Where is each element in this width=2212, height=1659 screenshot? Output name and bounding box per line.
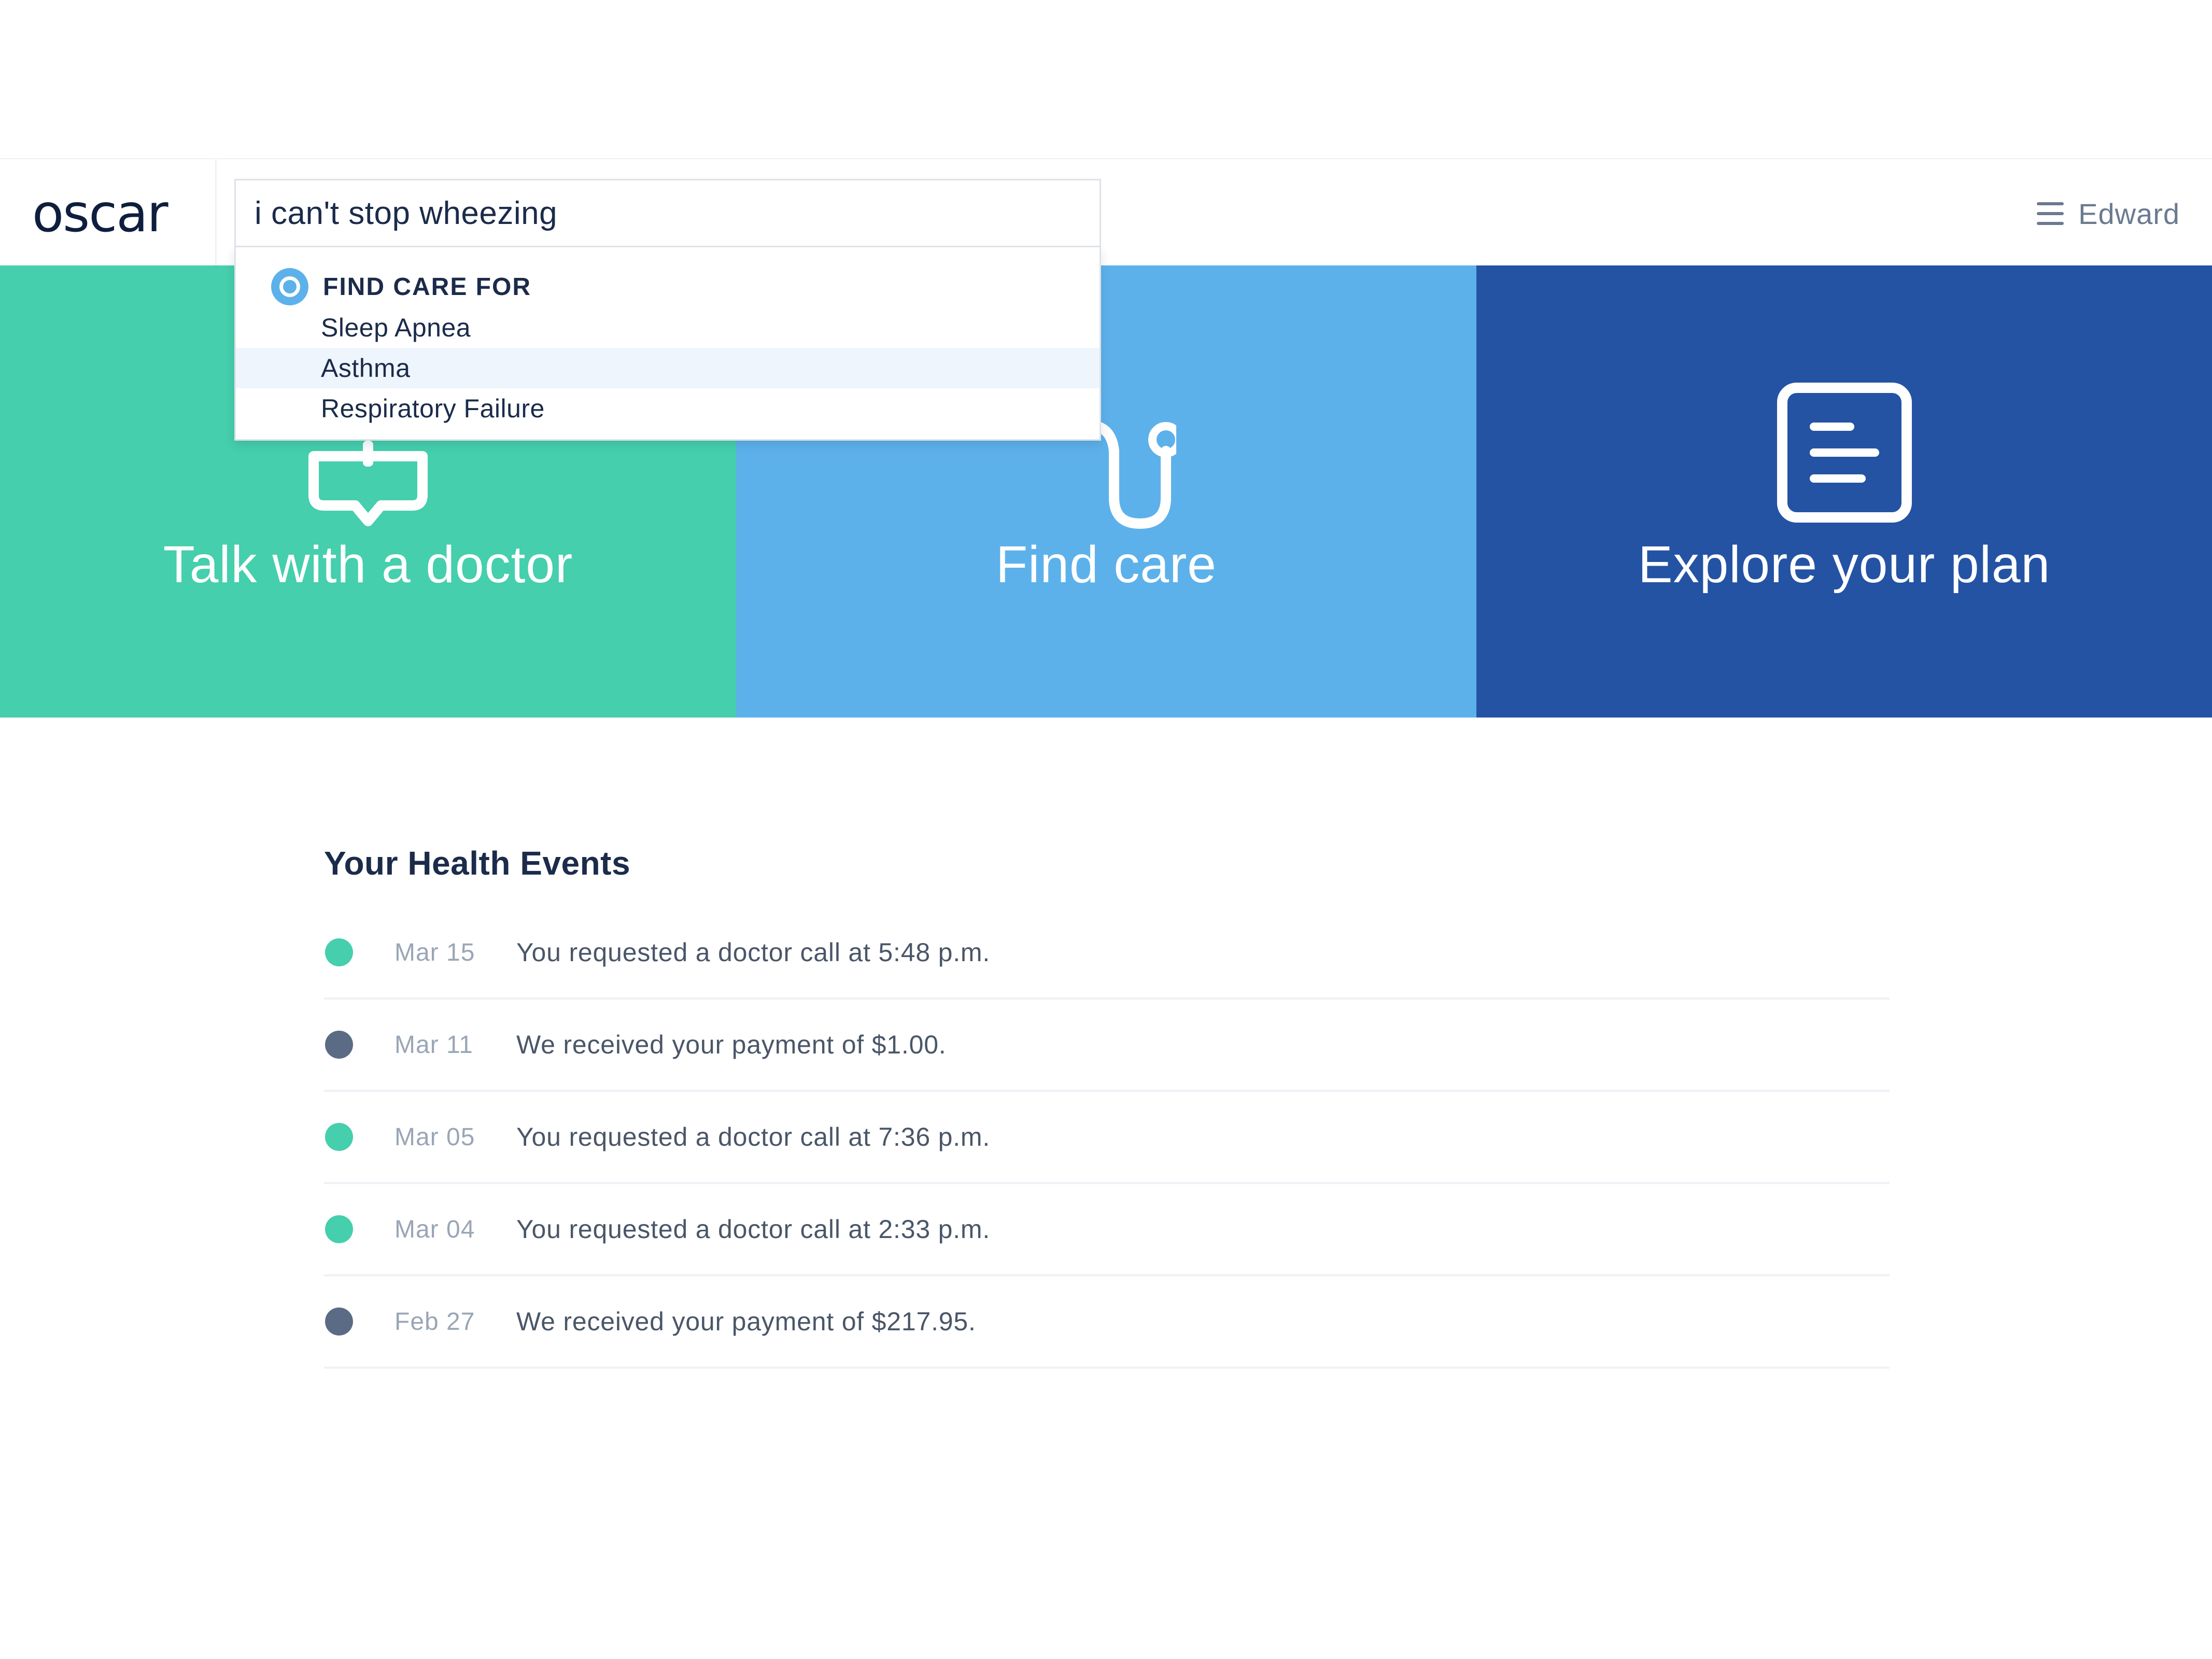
dropdown-section-header: FIND CARE FOR <box>236 266 1100 307</box>
health-event-row[interactable]: Feb 27 We received your payment of $217.… <box>324 1276 1890 1369</box>
health-event-row[interactable]: Mar 04 You requested a doctor call at 2:… <box>324 1184 1890 1276</box>
user-menu-button[interactable]: Edward <box>2037 195 2180 232</box>
doctor-call-status-dot <box>325 1123 353 1151</box>
target-icon <box>271 268 308 305</box>
health-events-title: Your Health Events <box>324 845 631 882</box>
event-description: We received your payment of $1.00. <box>516 1030 947 1059</box>
event-description: We received your payment of $217.95. <box>516 1307 976 1336</box>
event-description: You requested a doctor call at 7:36 p.m. <box>516 1122 991 1151</box>
doctor-call-status-dot <box>325 938 353 966</box>
tile-label-explore-plan: Explore your plan <box>1638 536 2051 594</box>
event-description: You requested a doctor call at 5:48 p.m. <box>516 938 991 967</box>
event-date: Mar 11 <box>395 1031 473 1059</box>
section-label-find-care-for: FIND CARE FOR <box>323 273 531 301</box>
search-input[interactable] <box>234 179 1101 247</box>
suggestion-respiratory-failure[interactable]: Respiratory Failure <box>236 388 1100 429</box>
app-root: oscar Edward Talk with a doctor Find car… <box>0 0 2212 1659</box>
hamburger-menu-icon[interactable] <box>2037 202 2064 225</box>
payment-status-dot <box>325 1307 353 1335</box>
health-event-row[interactable]: Mar 11 We received your payment of $1.00… <box>324 1000 1890 1092</box>
search-suggestions-dropdown: FIND CARE FOR Sleep Apnea Asthma Respira… <box>234 247 1101 441</box>
document-icon <box>1777 383 1912 523</box>
event-date: Mar 04 <box>395 1215 475 1243</box>
event-date: Feb 27 <box>395 1307 475 1335</box>
user-name[interactable]: Edward <box>2078 197 2180 231</box>
event-date: Mar 15 <box>395 938 475 966</box>
health-event-row[interactable]: Mar 15 You requested a doctor call at 5:… <box>324 907 1890 1000</box>
event-date: Mar 05 <box>395 1123 475 1151</box>
search-container: FIND CARE FOR Sleep Apnea Asthma Respira… <box>234 179 1101 441</box>
oscar-logo[interactable]: oscar <box>32 180 168 247</box>
tile-explore-plan[interactable]: Explore your plan <box>1476 265 2212 718</box>
header-divider <box>215 159 217 266</box>
suggestion-sleep-apnea[interactable]: Sleep Apnea <box>236 307 1100 348</box>
suggestion-asthma[interactable]: Asthma <box>236 348 1100 388</box>
health-events-list: Mar 15 You requested a doctor call at 5:… <box>324 907 1890 1369</box>
tile-label-find-care: Find care <box>996 536 1217 594</box>
health-events-section: Your Health Events Mar 15 You requested … <box>324 840 1890 1369</box>
doctor-call-status-dot <box>325 1215 353 1243</box>
tile-label-talk: Talk with a doctor <box>163 536 573 594</box>
health-event-row[interactable]: Mar 05 You requested a doctor call at 7:… <box>324 1092 1890 1184</box>
payment-status-dot <box>325 1031 353 1059</box>
event-description: You requested a doctor call at 2:33 p.m. <box>516 1215 991 1244</box>
